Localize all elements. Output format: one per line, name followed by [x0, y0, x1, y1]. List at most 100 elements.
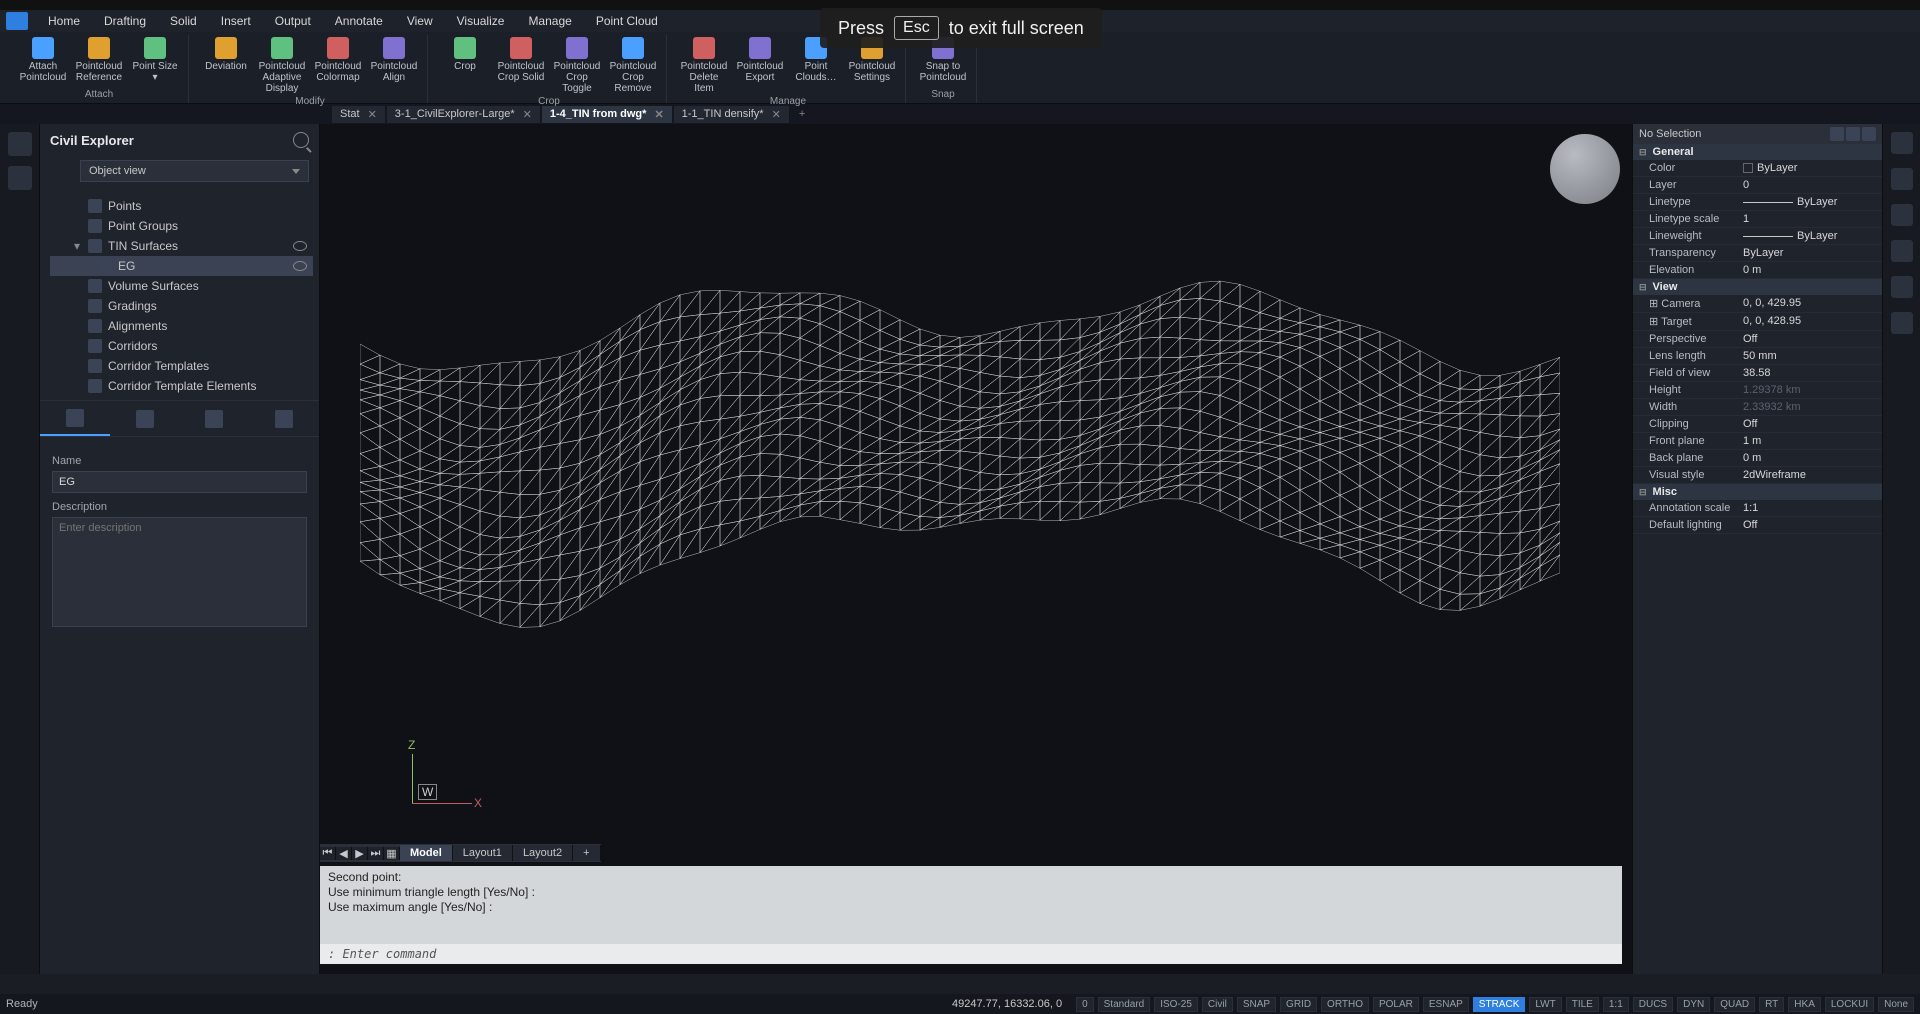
- layout-tab-model[interactable]: Model: [400, 845, 453, 861]
- prop-row[interactable]: Visual style2dWireframe: [1633, 467, 1882, 484]
- ribbon-point-size-[interactable]: Point Size ▾: [128, 35, 182, 83]
- tree-node-eg[interactable]: EG: [50, 256, 313, 276]
- toggle-hka[interactable]: HKA: [1788, 997, 1821, 1012]
- doc-tab[interactable]: 1-1_TIN densify*✕: [674, 106, 789, 123]
- menu-view[interactable]: View: [395, 11, 445, 31]
- visibility-eye-icon[interactable]: [293, 261, 307, 271]
- toggle-grid[interactable]: GRID: [1280, 997, 1317, 1012]
- prop-row[interactable]: LinetypeByLayer: [1633, 194, 1882, 211]
- name-field[interactable]: [52, 471, 307, 493]
- toggle-none[interactable]: None: [1878, 997, 1914, 1012]
- toggle-dyn[interactable]: DYN: [1677, 997, 1710, 1012]
- toggle-esnap[interactable]: ESNAP: [1423, 997, 1469, 1012]
- viewport[interactable]: Z X W ⏮ ◀ ▶ ⏭ ▦ ModelLayout1Layout2 + Se…: [320, 124, 1632, 974]
- search-icon[interactable]: [293, 132, 309, 148]
- prop-row[interactable]: ⊞ Target0, 0, 428.95: [1633, 313, 1882, 331]
- close-tab-icon[interactable]: ✕: [654, 108, 663, 121]
- app-icon[interactable]: [6, 12, 28, 30]
- menu-home[interactable]: Home: [36, 11, 92, 31]
- ribbon-pointcloud-delete-item[interactable]: Pointcloud Delete Item: [677, 35, 731, 94]
- image-tab[interactable]: [249, 401, 319, 436]
- add-layout-button[interactable]: +: [573, 845, 600, 861]
- toggle-rt[interactable]: RT: [1759, 997, 1784, 1012]
- toggle-quad[interactable]: QUAD: [1714, 997, 1755, 1012]
- prop-row[interactable]: PerspectiveOff: [1633, 331, 1882, 348]
- prop-row[interactable]: ClippingOff: [1633, 416, 1882, 433]
- ribbon-attach-pointcloud[interactable]: Attach Pointcloud: [16, 35, 70, 83]
- layout-tab-layout2[interactable]: Layout2: [513, 845, 573, 861]
- prop-row[interactable]: Height1.29378 km: [1633, 382, 1882, 399]
- parachute-icon[interactable]: [1891, 240, 1913, 262]
- menu-output[interactable]: Output: [263, 11, 323, 31]
- prop-row[interactable]: LineweightByLayer: [1633, 228, 1882, 245]
- visibility-eye-icon[interactable]: [293, 241, 307, 251]
- prop-row[interactable]: Annotation scale1:1: [1633, 500, 1882, 517]
- layout-last-icon[interactable]: ⏭: [368, 847, 384, 860]
- doc-tab[interactable]: Stat✕: [332, 106, 385, 123]
- prop-row[interactable]: Default lightingOff: [1633, 517, 1882, 534]
- toggle-ducs[interactable]: DUCS: [1633, 997, 1673, 1012]
- close-tab-icon[interactable]: ✕: [368, 108, 377, 121]
- prop-row[interactable]: Back plane0 m: [1633, 450, 1882, 467]
- layers-icon[interactable]: [1891, 168, 1913, 190]
- selection-dropdown[interactable]: No Selection: [1639, 128, 1701, 140]
- menu-visualize[interactable]: Visualize: [445, 11, 517, 31]
- prop-group-general[interactable]: General: [1633, 144, 1882, 160]
- status-iso[interactable]: ISO-25: [1154, 997, 1198, 1012]
- props-settings-icon[interactable]: [1862, 127, 1876, 141]
- menu-manage[interactable]: Manage: [516, 11, 583, 31]
- settings-tab[interactable]: [110, 401, 180, 436]
- tree-node-corridors[interactable]: Corridors: [50, 336, 313, 356]
- civil-explorer-icon[interactable]: [8, 132, 32, 156]
- prop-row[interactable]: ColorByLayer: [1633, 160, 1882, 177]
- prop-row[interactable]: Layer0: [1633, 177, 1882, 194]
- ribbon-pointcloud-reference[interactable]: Pointcloud Reference: [72, 35, 126, 83]
- tree-node-volume-surfaces[interactable]: Volume Surfaces: [50, 276, 313, 296]
- command-line[interactable]: : Enter command: [320, 944, 1622, 964]
- tree-node-corridor-template-elements[interactable]: Corridor Template Elements: [50, 376, 313, 396]
- toggle-lockui[interactable]: LOCKUI: [1825, 997, 1874, 1012]
- prop-row[interactable]: Lens length50 mm: [1633, 348, 1882, 365]
- tree-node-tin-surfaces[interactable]: ▾TIN Surfaces: [50, 236, 313, 256]
- layout-first-icon[interactable]: ⏮: [320, 847, 336, 860]
- prop-group-view[interactable]: View: [1633, 279, 1882, 295]
- properties-icon[interactable]: [1891, 132, 1913, 154]
- prop-row[interactable]: Field of view38.58: [1633, 365, 1882, 382]
- view-cube[interactable]: [1550, 134, 1620, 204]
- tree-node-alignments[interactable]: Alignments: [50, 316, 313, 336]
- ribbon-deviation[interactable]: Deviation: [199, 35, 253, 94]
- menu-insert[interactable]: Insert: [209, 11, 263, 31]
- menu-drafting[interactable]: Drafting: [92, 11, 158, 31]
- toggle-lwt[interactable]: LWT: [1529, 997, 1561, 1012]
- tree-node-point-groups[interactable]: Point Groups: [50, 216, 313, 236]
- layout-list-icon[interactable]: ▦: [384, 847, 400, 860]
- toggle-tile[interactable]: TILE: [1566, 997, 1599, 1012]
- tree-node-points[interactable]: Points: [50, 196, 313, 216]
- doc-tab[interactable]: 1-4_TIN from dwg*✕: [542, 106, 672, 123]
- prop-row[interactable]: TransparencyByLayer: [1633, 245, 1882, 262]
- doc-tab[interactable]: 3-1_CivilExplorer-Large*✕: [387, 106, 540, 123]
- ribbon-pointcloud-export[interactable]: Pointcloud Export: [733, 35, 787, 94]
- ribbon-pointcloud-adaptive-display[interactable]: Pointcloud Adaptive Display: [255, 35, 309, 94]
- prop-row[interactable]: Width2.33932 km: [1633, 399, 1882, 416]
- layout-tab-layout1[interactable]: Layout1: [453, 845, 513, 861]
- menu-point-cloud[interactable]: Point Cloud: [584, 11, 670, 31]
- toggle-ortho[interactable]: ORTHO: [1321, 997, 1369, 1012]
- status-discipline[interactable]: Civil: [1202, 997, 1233, 1012]
- lightbulb-icon[interactable]: [1891, 312, 1913, 334]
- stats-tab[interactable]: [180, 401, 250, 436]
- props-pick-icon[interactable]: [1846, 127, 1860, 141]
- info-tab[interactable]: [40, 401, 110, 436]
- toggle-polar[interactable]: POLAR: [1373, 997, 1419, 1012]
- prop-group-misc[interactable]: Misc: [1633, 484, 1882, 500]
- prop-row[interactable]: ⊞ Camera0, 0, 429.95: [1633, 295, 1882, 313]
- toggle-1:1[interactable]: 1:1: [1603, 997, 1629, 1012]
- cloud-icon[interactable]: [1891, 276, 1913, 298]
- view-selector[interactable]: Object view: [80, 160, 309, 182]
- layout-next-icon[interactable]: ▶: [352, 847, 368, 860]
- ribbon-crop[interactable]: Crop: [438, 35, 492, 94]
- props-filter-icon[interactable]: [1830, 127, 1844, 141]
- attachments-icon[interactable]: [1891, 204, 1913, 226]
- close-tab-icon[interactable]: ✕: [772, 108, 781, 121]
- ribbon-pointcloud-colormap[interactable]: Pointcloud Colormap: [311, 35, 365, 94]
